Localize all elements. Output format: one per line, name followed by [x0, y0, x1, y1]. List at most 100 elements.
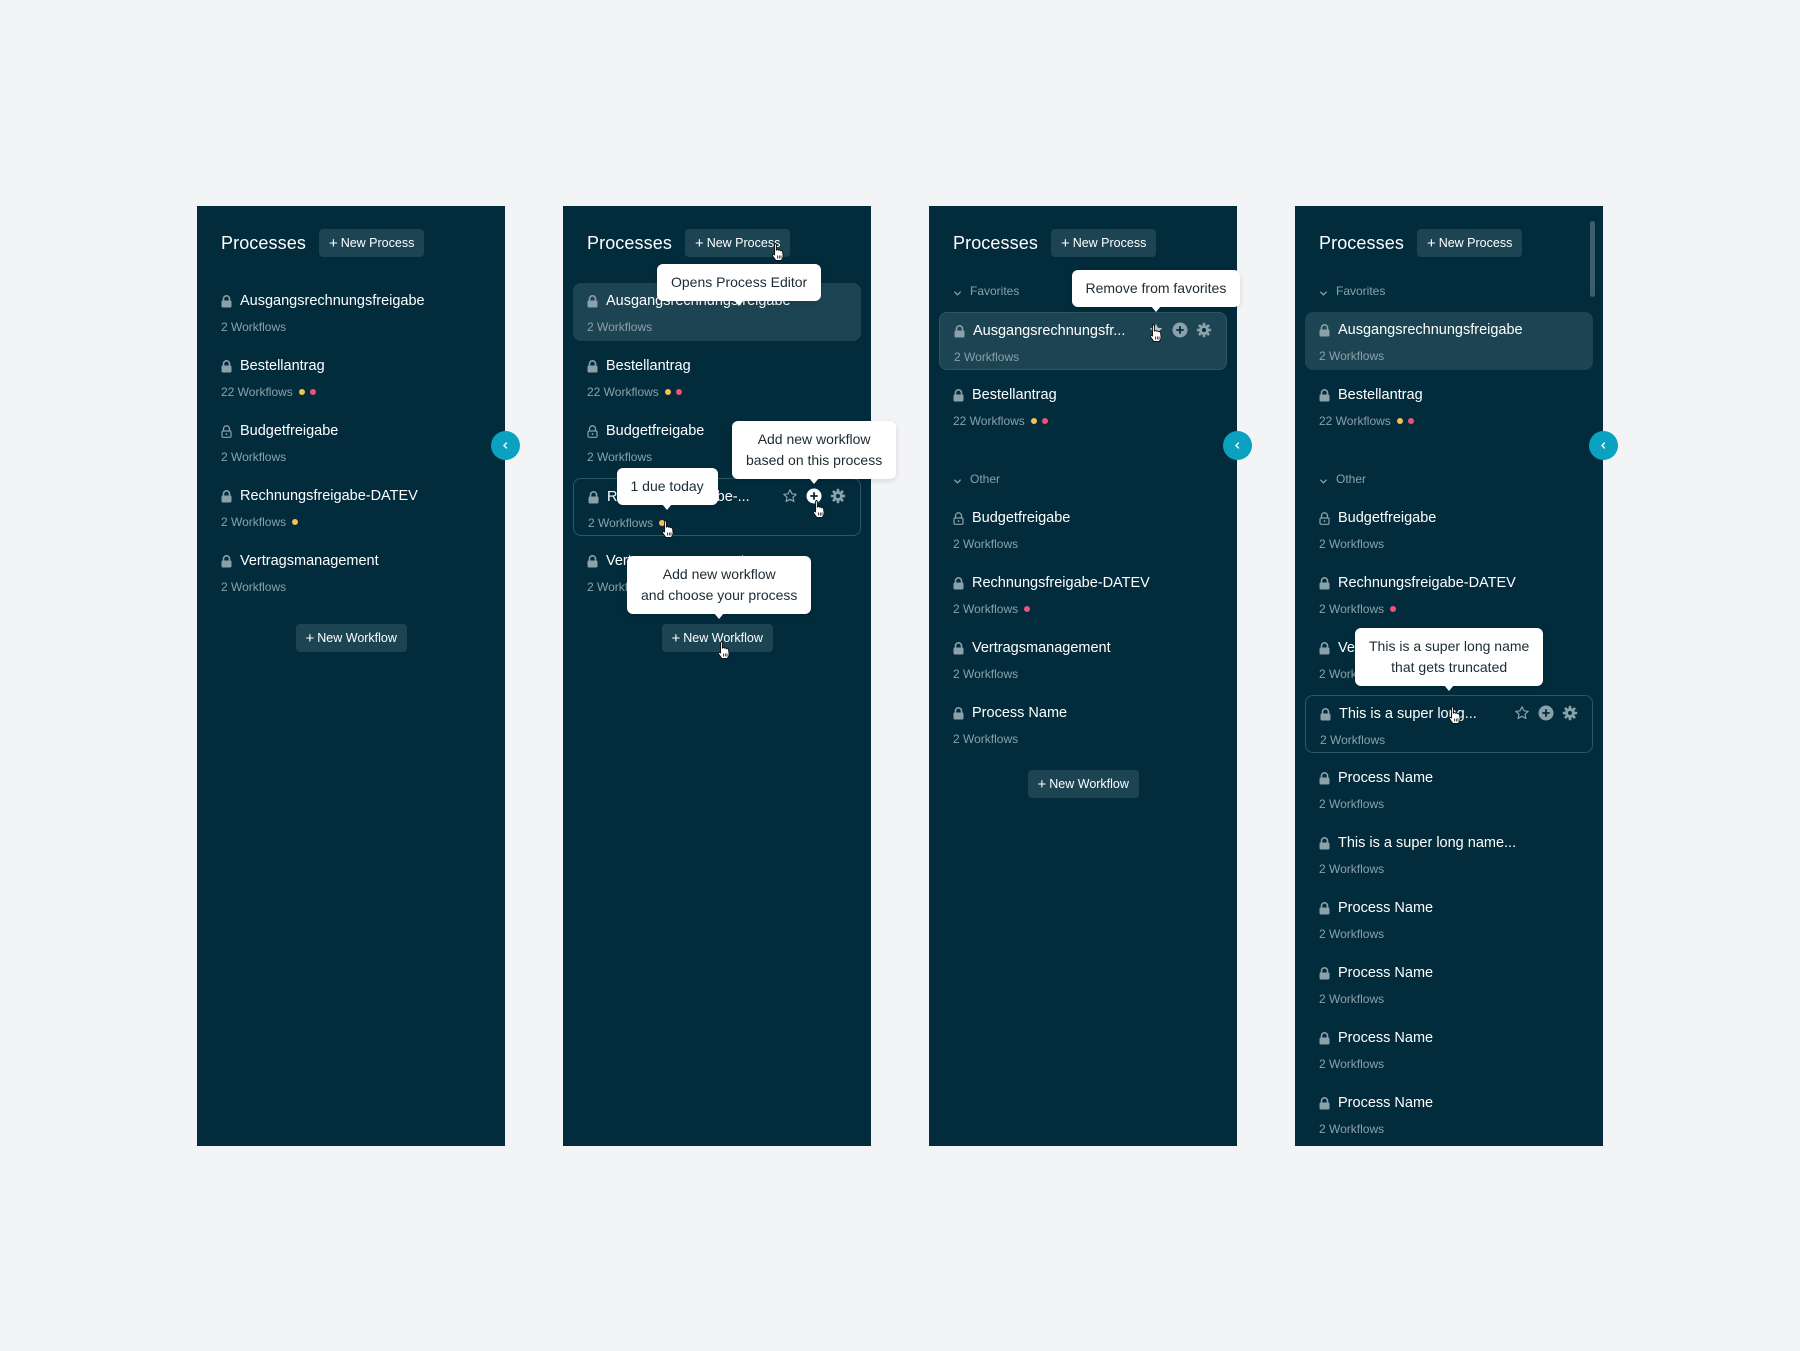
status-dot-yellow[interactable]: [292, 519, 299, 525]
process-name: Budgetfreigabe: [1338, 510, 1437, 526]
status-dot-yellow[interactable]: [298, 389, 305, 395]
lock-icon: [221, 294, 232, 308]
new-process-button[interactable]: + New Process: [318, 229, 425, 257]
status-dot-pink[interactable]: [675, 389, 682, 395]
process-name: Process Name: [972, 705, 1068, 721]
process-item[interactable]: Process Name 2 Workflows: [1305, 890, 1593, 948]
workflow-count-row: 2 Workflows: [587, 320, 652, 334]
process-item[interactable]: Bestellantrag 22 Workflows: [573, 348, 861, 406]
collapse-sidebar-button[interactable]: [1223, 431, 1252, 460]
gear-icon[interactable]: [1562, 705, 1578, 721]
group-toggle-favorites[interactable]: Favorites: [953, 284, 1019, 298]
process-item[interactable]: Rechnungsfreigabe-DATEV 2 Workflows: [939, 565, 1227, 623]
process-name: Rechnungsfreigabe-DATEV: [1338, 575, 1516, 591]
status-dot-pink[interactable]: [1407, 418, 1414, 424]
workflow-count: 2 Workflows: [1319, 1057, 1385, 1071]
lock-icon: [1319, 771, 1330, 785]
process-item[interactable]: Bestellantrag 22 Workflows: [207, 348, 495, 406]
add-workflow-icon[interactable]: [1172, 322, 1188, 338]
process-name-row: Bestellantrag: [221, 358, 325, 374]
scrollbar[interactable]: [1590, 221, 1595, 297]
workflow-count: 2 Workflows: [1319, 927, 1385, 941]
sidebar-title: Processes: [953, 232, 1038, 253]
lock-icon: [1319, 966, 1330, 980]
process-item[interactable]: Bestellantrag 22 Workflows: [939, 377, 1227, 435]
process-name: Bestellantrag: [1338, 387, 1423, 403]
status-dot-yellow[interactable]: [664, 389, 671, 395]
process-item[interactable]: Rechnungsfreigabe-DATEV 2 Workflows: [207, 478, 495, 536]
process-name: Budgetfreigabe: [606, 423, 705, 439]
tooltip-add-workflow-process: Add new workflow based on this process: [732, 421, 897, 484]
gear-icon[interactable]: [1196, 322, 1212, 338]
group-label: Other: [1336, 472, 1367, 486]
star-icon[interactable]: [1514, 705, 1530, 721]
workflow-count: 2 Workflows: [953, 732, 1019, 746]
lock-icon: [953, 641, 964, 655]
sidebar-header: Processes + New Process: [587, 229, 791, 257]
lock-icon: [587, 359, 598, 373]
new-process-label: New Process: [1072, 236, 1147, 250]
status-dot-pink[interactable]: [309, 389, 316, 395]
gear-icon[interactable]: [830, 488, 846, 504]
group-toggle-favorites[interactable]: Favorites: [1319, 284, 1385, 298]
workflow-count: 2 Workflows: [1319, 537, 1385, 551]
tooltip-truncated-name: This is a super long name that gets trunc…: [1355, 628, 1544, 691]
hand-cursor-icon: [1447, 705, 1463, 725]
group-label: Other: [970, 472, 1001, 486]
process-item[interactable]: Budgetfreigabe 2 Workflows: [1305, 500, 1593, 558]
process-item[interactable]: Budgetfreigabe 2 Workflows: [207, 413, 495, 471]
unlock-icon: [221, 424, 232, 438]
process-item[interactable]: Budgetfreigabe 2 Workflows: [939, 500, 1227, 558]
new-process-button[interactable]: + New Process: [1416, 229, 1523, 257]
process-item[interactable]: Ausgangsrechnungsfreigabe 2 Workflows: [207, 283, 495, 341]
status-dot-yellow[interactable]: [1030, 418, 1037, 424]
collapse-sidebar-button[interactable]: [1589, 431, 1618, 460]
process-item[interactable]: Ausgangsrechnungsfr... 2 Workflows: [939, 312, 1227, 370]
chevron-down-icon: [1319, 475, 1328, 484]
process-item[interactable]: Process Name 2 Workflows: [1305, 1085, 1593, 1143]
process-item[interactable]: Ausgangsrechnungsfreigabe 2 Workflows: [1305, 312, 1593, 370]
workflow-count: 2 Workflows: [587, 450, 653, 464]
process-item[interactable]: Process Name 2 Workflows: [1305, 760, 1593, 818]
process-item[interactable]: This is a super long name... 2 Workflows: [1305, 825, 1593, 883]
new-process-button[interactable]: + New Process: [1050, 229, 1157, 257]
process-item[interactable]: Vertragsmanagement 2 Workflows: [207, 543, 495, 601]
new-workflow-label: New Workflow: [317, 631, 397, 645]
process-item[interactable]: Process Name 2 Workflows: [939, 695, 1227, 753]
lock-icon: [1319, 901, 1330, 915]
workflow-count-row: 2 Workflows: [953, 602, 1031, 616]
process-name: Budgetfreigabe: [240, 423, 339, 439]
lock-icon: [221, 489, 232, 503]
status-dot-pink[interactable]: [1024, 606, 1031, 612]
sidebar-header: Processes + New Process: [1319, 229, 1523, 257]
plus-icon: +: [1037, 775, 1047, 793]
add-workflow-icon[interactable]: [1538, 705, 1554, 721]
group-toggle-other[interactable]: Other: [953, 472, 1000, 486]
workflow-count: 22 Workflows: [221, 385, 293, 399]
star-icon[interactable]: [782, 488, 798, 504]
process-name-row: Bestellantrag: [1319, 387, 1423, 403]
sidebar-title: Processes: [1319, 232, 1404, 253]
process-name-row: Rechnungsfreigabe-DATEV: [221, 488, 418, 504]
hand-cursor-icon: [716, 640, 732, 660]
process-name: Ausgangsrechnungsfr...: [973, 323, 1126, 339]
new-workflow-label: New Workflow: [1049, 777, 1129, 791]
collapse-sidebar-button[interactable]: [491, 431, 520, 460]
hand-cursor-icon: [660, 519, 676, 539]
new-workflow-button[interactable]: + New Workflow: [295, 624, 407, 652]
tooltip-new-process: Opens Process Editor: [657, 264, 822, 306]
status-dot-yellow[interactable]: [1396, 418, 1403, 424]
process-name-row: Vertragsmanagement: [953, 640, 1111, 656]
process-item[interactable]: Process Name 2 Workflows: [1305, 955, 1593, 1013]
process-item[interactable]: Bestellantrag 22 Workflows: [1305, 377, 1593, 435]
process-item[interactable]: Process Name 2 Workflows: [1305, 1020, 1593, 1078]
process-item[interactable]: Rechnungsfreigabe-DATEV 2 Workflows: [1305, 565, 1593, 623]
workflow-count-row: 2 Workflows: [954, 350, 1019, 364]
workflow-count: 2 Workflows: [953, 602, 1019, 616]
new-workflow-button[interactable]: + New Workflow: [1027, 770, 1139, 798]
status-dot-pink[interactable]: [1390, 606, 1397, 612]
status-dot-pink[interactable]: [1041, 418, 1048, 424]
process-item[interactable]: Vertragsmanagement 2 Workflows: [939, 630, 1227, 688]
chevron-left-icon: [1599, 438, 1608, 453]
group-toggle-other[interactable]: Other: [1319, 472, 1366, 486]
